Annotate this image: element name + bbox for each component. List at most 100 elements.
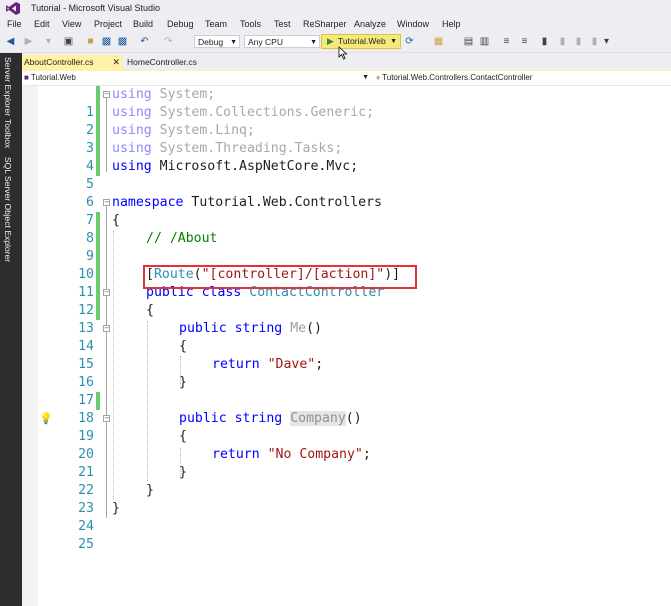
code-line-17: 17 } xyxy=(22,374,671,408)
change-marker xyxy=(96,122,100,140)
menu-debug[interactable]: Debug xyxy=(167,19,194,29)
server-explorer-tab[interactable]: Server Explorer xyxy=(3,57,13,116)
back-icon[interactable]: ◀ xyxy=(4,35,17,48)
properties-icon[interactable]: ▥ xyxy=(478,35,491,48)
change-marker xyxy=(96,284,100,302)
keyword: return xyxy=(212,357,260,372)
code-text: { xyxy=(112,213,120,228)
configuration-value: Debug xyxy=(198,37,224,47)
refresh-icon[interactable]: ⟳ xyxy=(403,35,416,48)
solution-configuration-dropdown[interactable]: Debug ▼ xyxy=(194,35,240,48)
code-text: () xyxy=(345,411,362,426)
change-marker xyxy=(96,86,100,104)
menu-build[interactable]: Build xyxy=(133,19,153,29)
change-marker xyxy=(96,302,100,320)
method-name: Me xyxy=(290,321,307,336)
menu-project[interactable]: Project xyxy=(94,19,122,29)
keyword: using xyxy=(112,105,152,120)
document-tab-strip: AboutController.cs ✕ HomeController.cs xyxy=(22,55,671,70)
code-text: System.Collections.Generic; xyxy=(151,105,375,120)
start-debugging-button[interactable]: ▶ Tutorial.Web ▼ xyxy=(321,34,401,49)
solution-platform-dropdown[interactable]: Any CPU ▼ xyxy=(244,35,320,48)
code-line-20: 20 { xyxy=(22,428,671,462)
code-text: System.Threading.Tasks; xyxy=(151,141,343,156)
sql-server-object-explorer-tab[interactable]: SQL Server Object Explorer xyxy=(3,157,13,262)
bookmark-icon[interactable]: ▮ xyxy=(538,35,551,48)
code-line-23: 23 } xyxy=(22,482,671,516)
code-text: { xyxy=(146,303,154,318)
code-line-16: 16 return "Dave"; xyxy=(22,356,671,390)
class-icon: ♦ xyxy=(376,73,381,82)
forward-icon[interactable]: ▶ xyxy=(22,35,35,48)
code-line-25: 25 xyxy=(22,518,671,552)
menu-edit[interactable]: Edit xyxy=(34,19,50,29)
save-all-icon[interactable]: ▩ xyxy=(116,35,129,48)
tab-about-controller[interactable]: AboutController.cs ✕ xyxy=(22,55,123,70)
open-file-icon[interactable]: ■ xyxy=(84,35,97,48)
change-marker xyxy=(96,140,100,158)
project-dropdown[interactable]: ■ Tutorial.Web ▼ xyxy=(24,72,372,84)
outdent-icon[interactable]: ≡ xyxy=(518,35,531,48)
code-line-19: 19 − public string Company() xyxy=(22,410,671,444)
code-line-3: 3 using System.Linq; xyxy=(22,122,671,156)
tab-home-controller[interactable]: HomeController.cs xyxy=(125,55,227,70)
code-line-22: 22 } xyxy=(22,464,671,498)
next-bookmark-icon[interactable]: ▮ xyxy=(572,35,585,48)
code-text: Tutorial.Web.Controllers xyxy=(183,195,382,210)
change-marker xyxy=(96,230,100,248)
keyword: return xyxy=(212,447,260,462)
lightbulb-icon[interactable]: 💡 xyxy=(39,413,53,425)
redo-icon[interactable]: ↷ xyxy=(162,35,175,48)
chevron-down-icon: ▼ xyxy=(362,74,369,81)
menu-window[interactable]: Window xyxy=(397,19,429,29)
menu-test[interactable]: Test xyxy=(274,19,291,29)
code-line-13: 13 { xyxy=(22,302,671,336)
change-marker xyxy=(96,392,100,410)
type-scope-dropdown[interactable]: ♦ Tutorial.Web.Controllers.ContactContro… xyxy=(376,72,669,84)
toolbox-tab[interactable]: Toolbox xyxy=(3,119,13,148)
collapse-icon[interactable]: − xyxy=(103,325,110,332)
menu-resharper[interactable]: ReSharper xyxy=(303,19,347,29)
forward-dropdown-icon[interactable]: ▾ xyxy=(42,35,55,48)
code-text: ; xyxy=(362,447,371,462)
annotation-highlight-box xyxy=(143,265,417,289)
code-line-1: 1 − using System; xyxy=(22,86,671,120)
code-text: () xyxy=(306,321,322,336)
prev-bookmark-icon[interactable]: ▮ xyxy=(556,35,569,48)
menu-team[interactable]: Team xyxy=(205,19,227,29)
menu-help[interactable]: Help xyxy=(442,19,461,29)
standard-toolbar: ◀ ▶ ▾ ▣ ■ ▩ ▩ ↶ ↷ Debug ▼ Any CPU ▼ ▶ Tu… xyxy=(0,32,671,53)
undo-icon[interactable]: ↶ xyxy=(138,35,151,48)
code-editor[interactable]: 1 − using System; 2 using System.Collect… xyxy=(22,86,671,606)
solution-explorer-icon[interactable]: ▤ xyxy=(462,35,475,48)
string-literal: "Dave" xyxy=(267,357,316,372)
keyword: using xyxy=(112,141,152,156)
format-document-icon[interactable]: ≡ xyxy=(500,35,513,48)
menu-view[interactable]: View xyxy=(62,19,81,29)
close-icon[interactable]: ✕ xyxy=(112,55,120,70)
new-project-icon[interactable]: ▣ xyxy=(62,35,75,48)
menu-file[interactable]: File xyxy=(7,19,22,29)
collapse-icon[interactable]: − xyxy=(103,289,110,296)
keyword: using xyxy=(112,87,152,102)
csharp-project-icon: ■ xyxy=(24,73,29,82)
change-marker xyxy=(96,104,100,122)
code-text: { xyxy=(179,429,187,444)
collapse-icon[interactable]: − xyxy=(103,199,110,206)
save-icon[interactable]: ▩ xyxy=(100,35,113,48)
collapse-icon[interactable]: − xyxy=(103,91,110,98)
play-icon: ▶ xyxy=(327,36,334,46)
platform-value: Any CPU xyxy=(248,37,283,47)
menu-analyze[interactable]: Analyze xyxy=(354,19,386,29)
browser-link-icon[interactable]: ▦ xyxy=(432,35,445,48)
visual-studio-logo-icon xyxy=(6,2,20,15)
collapse-icon[interactable]: − xyxy=(103,415,110,422)
toolbar-options-icon[interactable]: ▾ xyxy=(600,35,613,48)
tab-label: HomeController.cs xyxy=(127,57,197,67)
keyword: string xyxy=(234,321,283,336)
code-line-18: 18 xyxy=(22,392,671,426)
code-line-4: 4 using System.Threading.Tasks; xyxy=(22,140,671,174)
menu-tools[interactable]: Tools xyxy=(240,19,261,29)
project-value: Tutorial.Web xyxy=(30,73,76,82)
